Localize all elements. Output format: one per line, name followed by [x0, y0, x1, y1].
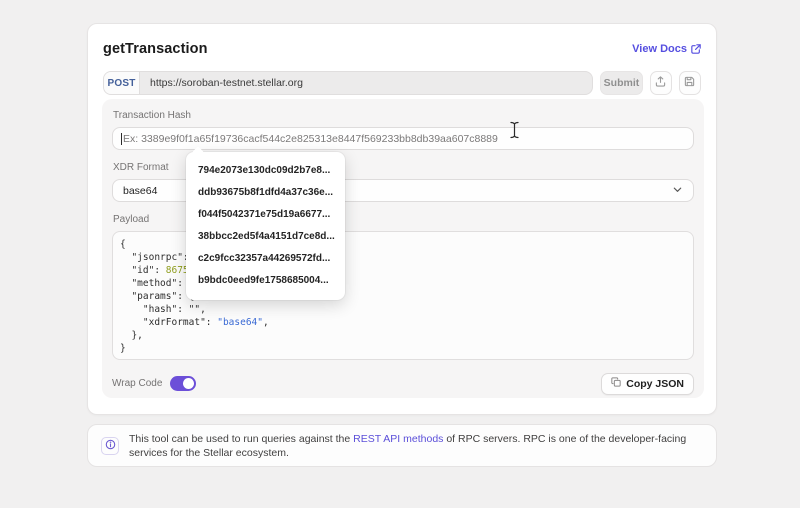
xdr-format-value: base64 [123, 184, 158, 197]
payload-line: "hash": "", [120, 304, 206, 315]
panel-footer: Wrap Code Copy JSON [112, 372, 694, 395]
page: { "header": { "title": "getTransaction",… [0, 0, 800, 508]
endpoint-control: POST https://soroban-testnet.stellar.org [103, 71, 593, 95]
transaction-hash-label: Transaction Hash [113, 110, 191, 121]
request-builder-card: getTransaction View Docs POST https://so… [87, 23, 717, 415]
view-docs-label: View Docs [632, 43, 687, 55]
payload-line: "xdrFormat": "base64", [120, 317, 269, 328]
copy-json-label: Copy JSON [626, 377, 684, 390]
copy-icon [611, 377, 621, 390]
text-caret [121, 132, 122, 145]
transaction-hash-input[interactable]: Ex: 3389e9f0f1a65f19736cacf544c2e825313e… [112, 127, 694, 150]
copy-json-button[interactable]: Copy JSON [601, 372, 694, 395]
share-upload-icon [655, 74, 666, 92]
payload-line: } [120, 343, 126, 354]
wrap-code-group: Wrap Code [112, 376, 197, 391]
view-docs-link[interactable]: View Docs [632, 43, 701, 55]
hash-suggestions-dropdown: 794e2073e130dc09d2b7e8... ddb93675b8f1df… [186, 146, 345, 300]
http-method-badge: POST [104, 72, 140, 94]
request-bar: POST https://soroban-testnet.stellar.org… [103, 71, 701, 95]
rest-api-methods-link[interactable]: REST API methods [353, 433, 443, 445]
share-button[interactable] [649, 71, 672, 95]
toggle-knob [183, 378, 195, 389]
hash-suggestion-item[interactable]: b9bdc0eed9fe1758685004... [186, 270, 345, 292]
endpoint-url-input[interactable]: https://soroban-testnet.stellar.org [140, 72, 592, 94]
info-note-card: This tool can be used to run queries aga… [87, 424, 717, 467]
page-title: getTransaction [103, 41, 208, 57]
submit-button[interactable]: Submit [600, 71, 643, 95]
chevron-down-icon [672, 182, 683, 200]
hash-suggestion-item[interactable]: ddb93675b8f1dfd4a37c36e... [186, 182, 345, 204]
hash-suggestion-item[interactable]: f044f5042371e75d19a6677... [186, 204, 345, 226]
payload-line: }, [120, 330, 143, 341]
external-link-icon [691, 44, 701, 54]
wrap-code-label: Wrap Code [112, 378, 163, 389]
note-text: This tool can be used to run queries aga… [129, 432, 687, 459]
info-icon-box [101, 436, 119, 455]
save-button[interactable] [678, 71, 701, 95]
transaction-hash-placeholder: Ex: 3389e9f0f1a65f19736cacf544c2e825313e… [123, 132, 498, 145]
save-icon [684, 74, 695, 92]
hash-suggestion-item[interactable]: c2c9fcc32357a44269572fd... [186, 248, 345, 270]
info-icon [105, 437, 116, 455]
card-header: getTransaction View Docs [103, 39, 701, 59]
hash-suggestion-item[interactable]: 794e2073e130dc09d2b7e8... [186, 160, 345, 182]
wrap-code-toggle[interactable] [170, 376, 197, 391]
hash-suggestion-item[interactable]: 38bbcc2ed5f4a4151d7ce8d... [186, 226, 345, 248]
